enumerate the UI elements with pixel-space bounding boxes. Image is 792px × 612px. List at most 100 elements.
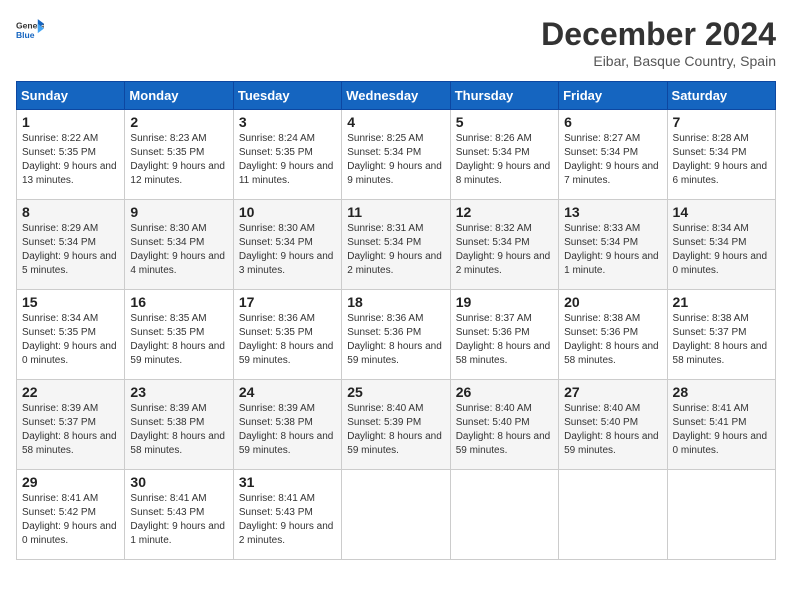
weekday-header: Saturday xyxy=(667,82,775,110)
day-number: 23 xyxy=(130,384,227,400)
day-info: Sunrise: 8:34 AMSunset: 5:35 PMDaylight:… xyxy=(22,313,117,366)
day-info: Sunrise: 8:32 AMSunset: 5:34 PMDaylight:… xyxy=(456,223,551,276)
location-subtitle: Eibar, Basque Country, Spain xyxy=(541,53,776,69)
calendar-cell: 20 Sunrise: 8:38 AMSunset: 5:36 PMDaylig… xyxy=(559,290,667,380)
day-info: Sunrise: 8:24 AMSunset: 5:35 PMDaylight:… xyxy=(239,133,334,186)
day-number: 26 xyxy=(456,384,553,400)
day-info: Sunrise: 8:40 AMSunset: 5:40 PMDaylight:… xyxy=(564,403,659,456)
day-info: Sunrise: 8:41 AMSunset: 5:42 PMDaylight:… xyxy=(22,493,117,546)
calendar-cell: 22 Sunrise: 8:39 AMSunset: 5:37 PMDaylig… xyxy=(17,380,125,470)
day-info: Sunrise: 8:34 AMSunset: 5:34 PMDaylight:… xyxy=(673,223,768,276)
calendar-cell: 24 Sunrise: 8:39 AMSunset: 5:38 PMDaylig… xyxy=(233,380,341,470)
day-info: Sunrise: 8:30 AMSunset: 5:34 PMDaylight:… xyxy=(239,223,334,276)
calendar-cell: 26 Sunrise: 8:40 AMSunset: 5:40 PMDaylig… xyxy=(450,380,558,470)
day-number: 31 xyxy=(239,474,336,490)
day-info: Sunrise: 8:36 AMSunset: 5:36 PMDaylight:… xyxy=(347,313,442,366)
calendar-cell: 16 Sunrise: 8:35 AMSunset: 5:35 PMDaylig… xyxy=(125,290,233,380)
page-header: General Blue December 2024 Eibar, Basque… xyxy=(16,16,776,69)
day-info: Sunrise: 8:40 AMSunset: 5:40 PMDaylight:… xyxy=(456,403,551,456)
calendar-week-row: 1 Sunrise: 8:22 AMSunset: 5:35 PMDayligh… xyxy=(17,110,776,200)
day-number: 15 xyxy=(22,294,119,310)
day-number: 12 xyxy=(456,204,553,220)
calendar-table: SundayMondayTuesdayWednesdayThursdayFrid… xyxy=(16,81,776,560)
day-number: 20 xyxy=(564,294,661,310)
calendar-cell: 18 Sunrise: 8:36 AMSunset: 5:36 PMDaylig… xyxy=(342,290,450,380)
day-number: 19 xyxy=(456,294,553,310)
calendar-cell: 6 Sunrise: 8:27 AMSunset: 5:34 PMDayligh… xyxy=(559,110,667,200)
day-info: Sunrise: 8:23 AMSunset: 5:35 PMDaylight:… xyxy=(130,133,225,186)
calendar-cell: 19 Sunrise: 8:37 AMSunset: 5:36 PMDaylig… xyxy=(450,290,558,380)
calendar-cell: 7 Sunrise: 8:28 AMSunset: 5:34 PMDayligh… xyxy=(667,110,775,200)
calendar-cell: 2 Sunrise: 8:23 AMSunset: 5:35 PMDayligh… xyxy=(125,110,233,200)
calendar-cell: 30 Sunrise: 8:41 AMSunset: 5:43 PMDaylig… xyxy=(125,470,233,560)
calendar-cell: 15 Sunrise: 8:34 AMSunset: 5:35 PMDaylig… xyxy=(17,290,125,380)
day-info: Sunrise: 8:36 AMSunset: 5:35 PMDaylight:… xyxy=(239,313,334,366)
day-number: 24 xyxy=(239,384,336,400)
calendar-cell: 31 Sunrise: 8:41 AMSunset: 5:43 PMDaylig… xyxy=(233,470,341,560)
calendar-cell: 12 Sunrise: 8:32 AMSunset: 5:34 PMDaylig… xyxy=(450,200,558,290)
day-info: Sunrise: 8:22 AMSunset: 5:35 PMDaylight:… xyxy=(22,133,117,186)
day-number: 8 xyxy=(22,204,119,220)
svg-text:Blue: Blue xyxy=(16,30,35,40)
day-info: Sunrise: 8:40 AMSunset: 5:39 PMDaylight:… xyxy=(347,403,442,456)
calendar-cell: 28 Sunrise: 8:41 AMSunset: 5:41 PMDaylig… xyxy=(667,380,775,470)
day-info: Sunrise: 8:29 AMSunset: 5:34 PMDaylight:… xyxy=(22,223,117,276)
day-number: 3 xyxy=(239,114,336,130)
calendar-header-row: SundayMondayTuesdayWednesdayThursdayFrid… xyxy=(17,82,776,110)
calendar-cell: 4 Sunrise: 8:25 AMSunset: 5:34 PMDayligh… xyxy=(342,110,450,200)
day-number: 1 xyxy=(22,114,119,130)
day-info: Sunrise: 8:41 AMSunset: 5:41 PMDaylight:… xyxy=(673,403,768,456)
logo-icon: General Blue xyxy=(16,16,44,44)
day-info: Sunrise: 8:39 AMSunset: 5:38 PMDaylight:… xyxy=(239,403,334,456)
calendar-cell: 5 Sunrise: 8:26 AMSunset: 5:34 PMDayligh… xyxy=(450,110,558,200)
day-info: Sunrise: 8:41 AMSunset: 5:43 PMDaylight:… xyxy=(130,493,225,546)
title-area: December 2024 Eibar, Basque Country, Spa… xyxy=(541,16,776,69)
calendar-cell: 11 Sunrise: 8:31 AMSunset: 5:34 PMDaylig… xyxy=(342,200,450,290)
day-number: 30 xyxy=(130,474,227,490)
month-title: December 2024 xyxy=(541,16,776,53)
day-info: Sunrise: 8:41 AMSunset: 5:43 PMDaylight:… xyxy=(239,493,334,546)
day-number: 16 xyxy=(130,294,227,310)
weekday-header: Wednesday xyxy=(342,82,450,110)
day-number: 22 xyxy=(22,384,119,400)
calendar-cell: 17 Sunrise: 8:36 AMSunset: 5:35 PMDaylig… xyxy=(233,290,341,380)
calendar-cell: 21 Sunrise: 8:38 AMSunset: 5:37 PMDaylig… xyxy=(667,290,775,380)
calendar-cell xyxy=(342,470,450,560)
day-info: Sunrise: 8:31 AMSunset: 5:34 PMDaylight:… xyxy=(347,223,442,276)
calendar-cell xyxy=(450,470,558,560)
calendar-week-row: 15 Sunrise: 8:34 AMSunset: 5:35 PMDaylig… xyxy=(17,290,776,380)
day-number: 10 xyxy=(239,204,336,220)
day-info: Sunrise: 8:30 AMSunset: 5:34 PMDaylight:… xyxy=(130,223,225,276)
calendar-week-row: 29 Sunrise: 8:41 AMSunset: 5:42 PMDaylig… xyxy=(17,470,776,560)
logo: General Blue xyxy=(16,16,44,44)
day-info: Sunrise: 8:28 AMSunset: 5:34 PMDaylight:… xyxy=(673,133,768,186)
day-info: Sunrise: 8:35 AMSunset: 5:35 PMDaylight:… xyxy=(130,313,225,366)
day-number: 4 xyxy=(347,114,444,130)
calendar-week-row: 8 Sunrise: 8:29 AMSunset: 5:34 PMDayligh… xyxy=(17,200,776,290)
day-number: 7 xyxy=(673,114,770,130)
weekday-header: Monday xyxy=(125,82,233,110)
day-number: 13 xyxy=(564,204,661,220)
day-number: 28 xyxy=(673,384,770,400)
calendar-cell xyxy=(559,470,667,560)
day-info: Sunrise: 8:38 AMSunset: 5:36 PMDaylight:… xyxy=(564,313,659,366)
calendar-cell: 13 Sunrise: 8:33 AMSunset: 5:34 PMDaylig… xyxy=(559,200,667,290)
day-info: Sunrise: 8:26 AMSunset: 5:34 PMDaylight:… xyxy=(456,133,551,186)
day-info: Sunrise: 8:39 AMSunset: 5:38 PMDaylight:… xyxy=(130,403,225,456)
calendar-cell: 23 Sunrise: 8:39 AMSunset: 5:38 PMDaylig… xyxy=(125,380,233,470)
day-info: Sunrise: 8:37 AMSunset: 5:36 PMDaylight:… xyxy=(456,313,551,366)
day-number: 9 xyxy=(130,204,227,220)
calendar-cell: 29 Sunrise: 8:41 AMSunset: 5:42 PMDaylig… xyxy=(17,470,125,560)
day-number: 17 xyxy=(239,294,336,310)
day-number: 27 xyxy=(564,384,661,400)
calendar-cell: 14 Sunrise: 8:34 AMSunset: 5:34 PMDaylig… xyxy=(667,200,775,290)
day-number: 29 xyxy=(22,474,119,490)
day-info: Sunrise: 8:38 AMSunset: 5:37 PMDaylight:… xyxy=(673,313,768,366)
calendar-cell: 3 Sunrise: 8:24 AMSunset: 5:35 PMDayligh… xyxy=(233,110,341,200)
calendar-cell: 25 Sunrise: 8:40 AMSunset: 5:39 PMDaylig… xyxy=(342,380,450,470)
calendar-cell: 9 Sunrise: 8:30 AMSunset: 5:34 PMDayligh… xyxy=(125,200,233,290)
day-info: Sunrise: 8:25 AMSunset: 5:34 PMDaylight:… xyxy=(347,133,442,186)
day-number: 6 xyxy=(564,114,661,130)
day-number: 21 xyxy=(673,294,770,310)
day-info: Sunrise: 8:39 AMSunset: 5:37 PMDaylight:… xyxy=(22,403,117,456)
